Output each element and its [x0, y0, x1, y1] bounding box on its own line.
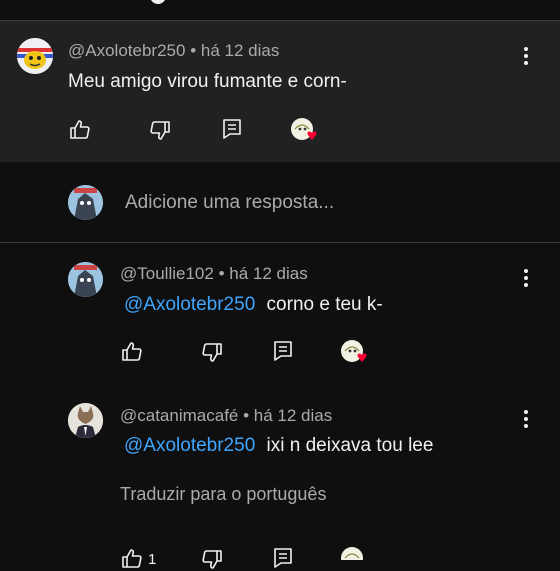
meta-separator: • [243, 406, 250, 425]
parent-comment: @Axolotebr250 • há 12 dias Meu amigo vir… [0, 21, 560, 162]
comment-body: ixi n deixava tou lee [266, 435, 434, 456]
comment-text: @Axolotebr250 corno e teu k- [124, 294, 383, 316]
translate-link[interactable]: Traduzir para o português [120, 484, 326, 505]
more-vert-icon[interactable] [514, 407, 538, 431]
comment-time[interactable]: há 12 dias [229, 264, 307, 283]
current-user-avatar [68, 185, 103, 220]
mention-link[interactable]: @Axolotebr250 [124, 294, 255, 315]
header-fragment [150, 0, 166, 4]
comment-text: Meu amigo virou fumante e corn- [68, 71, 347, 92]
comment-meta: @catanimacafé • há 12 dias [120, 406, 332, 426]
comment-body: corno e teu k- [266, 294, 383, 315]
dislike-icon[interactable] [148, 118, 172, 142]
dislike-icon[interactable] [200, 340, 224, 364]
dislike-icon[interactable] [200, 547, 224, 571]
reply-icon[interactable] [271, 546, 295, 570]
more-vert-icon[interactable] [514, 44, 538, 68]
divider [0, 242, 560, 243]
meta-separator: • [190, 41, 197, 60]
mention-link[interactable]: @Axolotebr250 [124, 435, 255, 456]
comment-text: @Axolotebr250 ixi n deixava tou lee [124, 435, 433, 457]
avatar-image [17, 38, 53, 74]
comment-time[interactable]: há 12 dias [201, 41, 279, 60]
reply-icon[interactable] [220, 117, 244, 141]
comment-time[interactable]: há 12 dias [254, 406, 332, 425]
meta-separator: • [218, 264, 225, 283]
comment-meta: @Toullie102 • há 12 dias [120, 264, 308, 284]
avatar[interactable] [68, 403, 103, 438]
comment-author[interactable]: @catanimacafé [120, 406, 238, 425]
creator-heart-icon [340, 339, 370, 367]
reply-input[interactable]: Adicione uma resposta... [125, 192, 334, 214]
like-icon[interactable] [120, 340, 144, 364]
top-strip [0, 0, 560, 20]
avatar[interactable] [68, 262, 103, 297]
avatar[interactable] [17, 38, 53, 74]
more-vert-icon[interactable] [514, 266, 538, 290]
reply-icon[interactable] [271, 339, 295, 363]
like-icon[interactable] [120, 547, 144, 571]
like-button[interactable]: 1 [120, 547, 160, 571]
comment-author[interactable]: @Toullie102 [120, 264, 214, 283]
comment-meta: @Axolotebr250 • há 12 dias [68, 41, 279, 61]
comment-author[interactable]: @Axolotebr250 [68, 41, 185, 60]
like-icon[interactable] [68, 118, 92, 142]
creator-heart-icon [340, 546, 370, 560]
creator-heart-icon [290, 117, 320, 145]
